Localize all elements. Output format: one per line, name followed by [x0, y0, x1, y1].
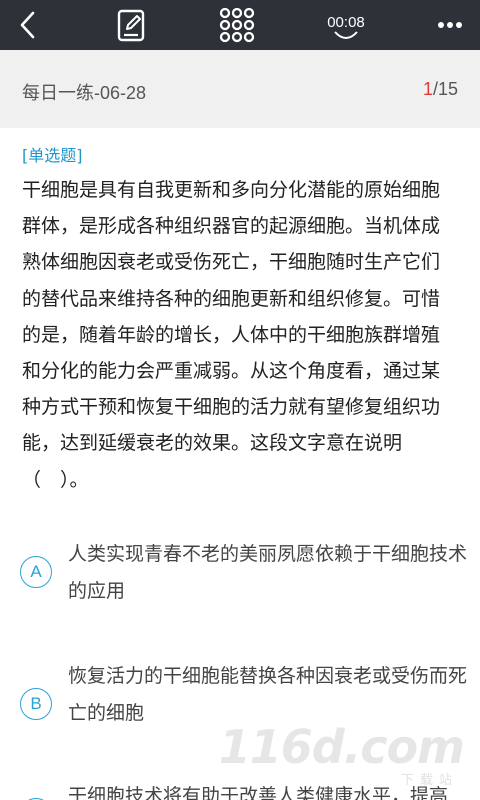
watermark-sub: 下载站 [400, 773, 458, 788]
top-toolbar: 00:08 [0, 0, 480, 50]
practice-title: 每日一练-06-28 [22, 83, 147, 103]
option-b-circle: B [20, 688, 52, 720]
option-a-text: 人类实现青春不老的美丽夙愿依赖于干细胞技术的应用 [68, 543, 468, 602]
question-type-label: [单选题] [22, 146, 83, 165]
timer-button[interactable]: 00:08 [318, 0, 374, 50]
option-a-circle: A [20, 556, 52, 588]
progress-header: 每日一练-06-28 1/15 [0, 50, 480, 128]
edit-note-icon [117, 9, 145, 42]
question-stem: 干细胞是具有自我更新和多向分化潜能的原始细胞群体，是形成各种组织器官的起源细胞。… [22, 179, 441, 491]
pause-arc-icon [334, 31, 358, 39]
current-question-number: 1 [422, 79, 433, 99]
grid-dots-icon [219, 7, 255, 43]
question-counter: 1/15 [423, 79, 458, 100]
question-grid-button[interactable] [214, 0, 260, 50]
watermark-logo: 116d.com [218, 720, 465, 774]
timer-text: 00:08 [327, 14, 365, 31]
total-questions: /15 [432, 79, 458, 99]
back-button[interactable] [8, 0, 48, 50]
more-dots-icon [438, 22, 462, 28]
chevron-left-icon [20, 11, 35, 39]
more-button[interactable] [430, 0, 470, 50]
question-content: [单选题] 干细胞是具有自我更新和多向分化潜能的原始细胞群体，是形成各种组织器官… [0, 128, 480, 800]
answer-sheet-button[interactable] [110, 0, 156, 50]
